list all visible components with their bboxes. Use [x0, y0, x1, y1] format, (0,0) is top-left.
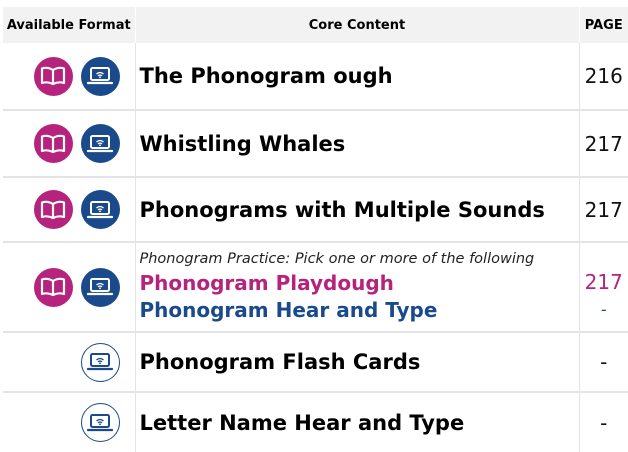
lesson-title: The Phonogram ough — [140, 64, 393, 88]
page-cell: 217 — [579, 177, 628, 242]
page-cell: 217 - — [579, 242, 628, 332]
table-row: Letter Name Hear and Type - — [3, 392, 628, 452]
format-cell — [3, 392, 135, 452]
page-cell: - — [579, 392, 628, 452]
header-page: PAGE — [579, 7, 628, 43]
lesson-title: Phonogram Flash Cards — [140, 350, 421, 374]
practice-option-playdough: Phonogram Playdough — [140, 270, 579, 297]
page-cell: 217 — [579, 110, 628, 177]
table-row: Phonogram Practice: Pick one or more of … — [3, 242, 628, 332]
content-cell: Letter Name Hear and Type — [135, 392, 579, 452]
table-row: Phonogram Flash Cards - — [3, 332, 628, 392]
laptop-icon — [81, 268, 120, 307]
page-cell: 216 — [579, 43, 628, 110]
book-icon — [34, 268, 73, 307]
lesson-title: Phonograms with Multiple Sounds — [140, 198, 545, 222]
lesson-title: Letter Name Hear and Type — [140, 411, 465, 435]
lesson-title: Whistling Whales — [140, 132, 346, 156]
content-cell: The Phonogram ough — [135, 43, 579, 110]
header-core-content: Core Content — [135, 7, 579, 43]
laptop-icon — [81, 124, 120, 163]
table-row: Phonograms with Multiple Sounds 217 — [3, 177, 628, 242]
page-number: - — [580, 296, 628, 323]
page-number: 217 — [580, 269, 628, 296]
content-cell: Phonogram Flash Cards — [135, 332, 579, 392]
practice-instruction: Phonogram Practice: Pick one or more of … — [140, 251, 579, 267]
laptop-icon — [81, 190, 120, 229]
header-row: Available Format Core Content PAGE — [3, 7, 628, 43]
book-icon — [34, 57, 73, 96]
table-row: Whistling Whales 217 — [3, 110, 628, 177]
content-cell: Phonogram Practice: Pick one or more of … — [135, 242, 579, 332]
format-cell — [3, 43, 135, 110]
format-cell — [3, 332, 135, 392]
laptop-icon — [81, 343, 120, 382]
laptop-icon — [81, 57, 120, 96]
format-cell — [3, 177, 135, 242]
content-cell: Phonograms with Multiple Sounds — [135, 177, 579, 242]
header-available-format: Available Format — [3, 7, 135, 43]
format-cell — [3, 110, 135, 177]
format-cell — [3, 242, 135, 332]
practice-option-hear-and-type: Phonogram Hear and Type — [140, 297, 579, 324]
book-icon — [34, 190, 73, 229]
laptop-icon — [81, 403, 120, 442]
table-row: The Phonogram ough 216 — [3, 43, 628, 110]
core-content-table: Available Format Core Content PAGE The P… — [3, 7, 628, 452]
page-cell: - — [579, 332, 628, 392]
content-cell: Whistling Whales — [135, 110, 579, 177]
book-icon — [34, 124, 73, 163]
